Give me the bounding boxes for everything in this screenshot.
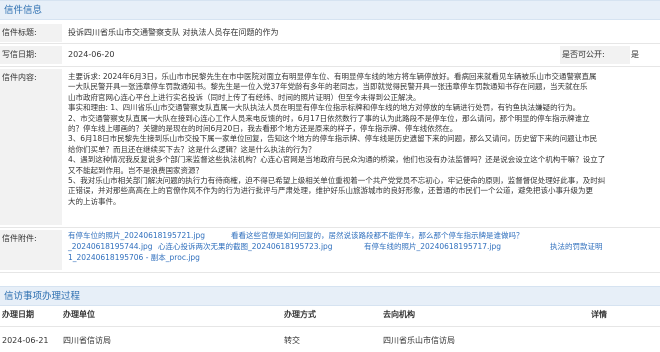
content-line: 给你们买单？而且还在继续买下去？这是什么逻辑？这是什么执法的行为？ bbox=[68, 144, 316, 154]
attachment-link[interactable]: 看看这些官僚是如何回复的，居然说该路段都不能停车，那么那个停车指示牌是谁做吗？ bbox=[231, 231, 524, 241]
letter-title-label: 信件标题: bbox=[0, 24, 62, 42]
content-line: 3、6月18日市民黎先生接到乐山市交投下属一家单位回复，告知这个地方的停车指示牌… bbox=[68, 134, 598, 144]
col-header-destination: 去向机构 bbox=[383, 310, 415, 319]
col-header-unit: 办理单位 bbox=[63, 310, 95, 319]
letter-info-header: 信件信息 bbox=[0, 0, 660, 20]
content-line: 一大队民警开具一张违章停车罚款通知书。黎先生是一位入党37年党龄有多年的老同志，… bbox=[68, 82, 588, 92]
attachment-link[interactable]: 有停车位的照片_20240618195721.jpg bbox=[68, 231, 205, 241]
col-header-method: 办理方式 bbox=[284, 310, 316, 319]
row-divider bbox=[0, 66, 660, 67]
content-line: 事实和理由: 1、四川省乐山市交通警察支队直属一大队执法人员在明显有停车位指示标… bbox=[68, 103, 581, 113]
col-header-date: 办理日期 bbox=[2, 310, 34, 319]
attachment-link[interactable]: 有停车线的照片_20240618195717.jpg bbox=[364, 242, 501, 252]
letter-content-body: 主要诉求: 2024年6月3日，乐山市市民黎先生在市中医院对面立有明显停车位、有… bbox=[68, 72, 653, 207]
process-header: 信访事项办理过程 bbox=[0, 286, 660, 306]
content-line: 大的上访事件。 bbox=[68, 196, 121, 206]
row-divider bbox=[0, 43, 660, 44]
row-divider bbox=[0, 272, 660, 273]
content-line: 2、市交通警察支队直属一大队在接到心连心工作人员来电反馈的时，6月17日依然数行… bbox=[68, 113, 590, 123]
row-divider bbox=[0, 227, 660, 228]
public-value: 是 bbox=[631, 50, 639, 59]
letter-title-value: 投诉四川省乐山市交通警察支队 对执法人员存在问题的作为 bbox=[68, 28, 279, 37]
content-line: 正错误，并对那些高高在上的官僚作风不作为的行为进行批评与严肃处理，维护好乐山旅游… bbox=[68, 186, 593, 196]
content-line: 又不能起到作用。岂不是浪费国家资源？ bbox=[68, 165, 203, 175]
attachment-link[interactable]: _20240618195744.jpg bbox=[68, 242, 153, 252]
public-label: 是否可公开: bbox=[560, 46, 630, 64]
letter-content-label: 信件内容: bbox=[0, 69, 62, 225]
attachment-link[interactable]: 心连心投诉两次无果的截图_20240618195723.jpg bbox=[158, 242, 333, 252]
row-method: 转交 bbox=[284, 336, 300, 345]
row-unit: 四川省信访局 bbox=[63, 336, 111, 345]
attachment-link[interactable]: 1_20240618195706 - 副本_proc.jpg bbox=[68, 253, 200, 263]
row-date: 2024-06-21 bbox=[2, 336, 49, 345]
row-divider bbox=[0, 326, 660, 327]
content-line: 4、遇到这种情况我反复说多个部门来监督这些执法机构？心连心官网是当地政府与民众沟… bbox=[68, 155, 606, 165]
letter-date-label: 写信日期: bbox=[0, 46, 62, 64]
attachment-link[interactable]: 执法的罚款证明 bbox=[550, 242, 603, 252]
letter-date-value: 2024-06-20 bbox=[68, 50, 115, 59]
row-destination: 四川省乐山市信访局 bbox=[383, 336, 455, 345]
content-line: 主要诉求: 2024年6月3日，乐山市市民黎先生在市中医院对面立有明显停车位、有… bbox=[68, 72, 597, 81]
content-line: 山市政府官网心连心平台上进行实名投诉（同时上传了有经纬、时间的照片证明）但至今未… bbox=[68, 92, 421, 102]
attachments-label: 信件附件: bbox=[0, 230, 62, 270]
content-line: 的？停车线上哪画的？关键的是现在的时间6月20日，我去看那个地方还是原来的样子，… bbox=[68, 124, 458, 134]
col-header-details: 详情 bbox=[591, 310, 607, 319]
content-line: 5、我对乐山市相关部门解决问题的执行力有待商榷，迫不得已希望上级相关单位重视着一… bbox=[68, 176, 606, 186]
